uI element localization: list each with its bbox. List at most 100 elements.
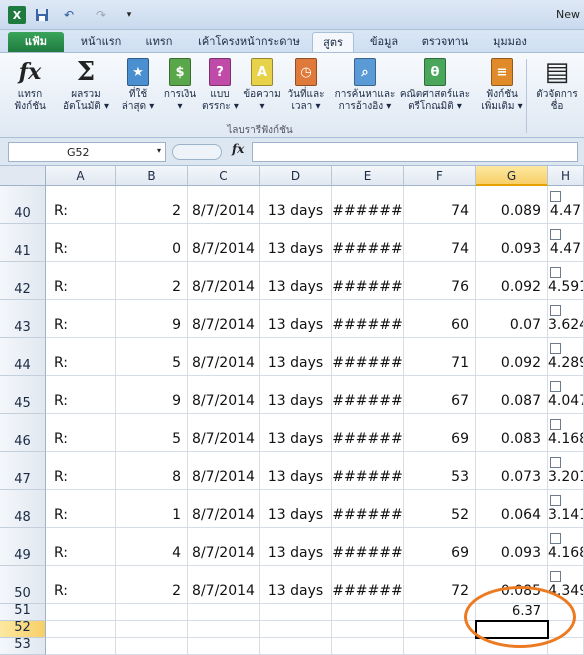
cell[interactable]: [548, 452, 584, 490]
checkbox-icon[interactable]: [550, 571, 561, 582]
autosum-button[interactable]: Σ ผลรวม อัตโนมัติ ▾: [58, 57, 114, 127]
cell[interactable]: 5: [116, 338, 188, 376]
cell[interactable]: R:: [46, 528, 116, 566]
cell[interactable]: 2: [116, 566, 188, 604]
cell[interactable]: 74: [404, 224, 476, 262]
cell[interactable]: [404, 638, 476, 655]
row-header[interactable]: 42: [0, 262, 46, 300]
cell[interactable]: ######: [332, 338, 404, 376]
tab-file[interactable]: แฟ้ม: [8, 32, 64, 52]
checkbox-icon[interactable]: [550, 305, 561, 316]
cell[interactable]: 8/7/2014: [188, 224, 260, 262]
cell[interactable]: 13 days: [260, 566, 332, 604]
undo-icon[interactable]: ↶: [58, 6, 80, 24]
cell[interactable]: [548, 224, 584, 262]
cell[interactable]: [548, 414, 584, 452]
cell[interactable]: R:: [46, 186, 116, 224]
cell[interactable]: 69: [404, 528, 476, 566]
redo-icon[interactable]: ↷: [90, 6, 112, 24]
row-header[interactable]: 50: [0, 566, 46, 604]
cell[interactable]: 53: [404, 452, 476, 490]
tab-data[interactable]: ข้อมูล: [360, 32, 408, 52]
recently-used-button[interactable]: ★ ที่ใช้ ล่าสุด ▾: [118, 57, 158, 127]
cell[interactable]: 8/7/2014: [188, 414, 260, 452]
row-header[interactable]: 47: [0, 452, 46, 490]
cell[interactable]: 67: [404, 376, 476, 414]
cell[interactable]: 8/7/2014: [188, 566, 260, 604]
cell[interactable]: 8/7/2014: [188, 300, 260, 338]
tab-page-layout[interactable]: เค้าโครงหน้ากระดาษ: [190, 32, 308, 52]
cell[interactable]: [188, 604, 260, 621]
cell[interactable]: 60: [404, 300, 476, 338]
checkbox-icon[interactable]: [550, 533, 561, 544]
cell[interactable]: ######: [332, 186, 404, 224]
cell[interactable]: 0.092: [476, 338, 548, 376]
cell[interactable]: [548, 262, 584, 300]
cell[interactable]: R:: [46, 300, 116, 338]
cell[interactable]: [548, 490, 584, 528]
excel-logo-icon[interactable]: X: [8, 6, 26, 24]
column-header-c[interactable]: C: [188, 166, 260, 186]
row-header[interactable]: 53: [0, 637, 46, 655]
cell[interactable]: R:: [46, 262, 116, 300]
checkbox-icon[interactable]: [550, 343, 561, 354]
cell[interactable]: 13 days: [260, 376, 332, 414]
cell[interactable]: R:: [46, 224, 116, 262]
name-manager-button[interactable]: ▤ ตัวจัดการ ชื่อ: [532, 57, 582, 127]
cell[interactable]: 69: [404, 414, 476, 452]
cell[interactable]: ######: [332, 452, 404, 490]
cell[interactable]: 9: [116, 300, 188, 338]
cell[interactable]: [260, 604, 332, 621]
cell[interactable]: 5: [116, 414, 188, 452]
tab-insert[interactable]: แทรก: [136, 32, 182, 52]
tab-view[interactable]: มุมมอง: [480, 32, 540, 52]
cell[interactable]: [548, 338, 584, 376]
cell[interactable]: 9: [116, 376, 188, 414]
date-time-button[interactable]: ◷ วันที่และ เวลา ▾: [284, 57, 328, 127]
cell[interactable]: [116, 604, 188, 621]
cell[interactable]: 0.07: [476, 300, 548, 338]
cell[interactable]: 2: [116, 262, 188, 300]
row-header[interactable]: 49: [0, 528, 46, 566]
cell[interactable]: 8/7/2014: [188, 452, 260, 490]
column-header-d[interactable]: D: [260, 166, 332, 186]
cell[interactable]: R:: [46, 490, 116, 528]
cell[interactable]: [188, 621, 260, 638]
cell[interactable]: 4: [116, 528, 188, 566]
cell[interactable]: [332, 604, 404, 621]
cell[interactable]: 13 days: [260, 490, 332, 528]
insert-function-button[interactable]: fx แทรก ฟังก์ชัน: [4, 57, 56, 127]
cell[interactable]: ######: [332, 566, 404, 604]
cell[interactable]: 8: [116, 452, 188, 490]
cell[interactable]: 13 days: [260, 224, 332, 262]
name-box[interactable]: G52 ▾: [8, 142, 166, 162]
cell[interactable]: 13 days: [260, 528, 332, 566]
cell[interactable]: 8/7/2014: [188, 338, 260, 376]
cell[interactable]: 13 days: [260, 338, 332, 376]
cell[interactable]: 8/7/2014: [188, 262, 260, 300]
chevron-down-icon[interactable]: ▾: [157, 146, 161, 155]
checkbox-icon[interactable]: [550, 191, 561, 202]
row-header[interactable]: 52: [0, 620, 46, 638]
insert-function-fx-icon[interactable]: fx: [232, 142, 244, 156]
checkbox-icon[interactable]: [550, 381, 561, 392]
financial-button[interactable]: $ การเงิน ▾: [160, 57, 200, 127]
lookup-reference-button[interactable]: ⌕ การค้นหาและ การอ้างอิง ▾: [330, 57, 400, 127]
formula-input[interactable]: [252, 142, 578, 162]
row-header[interactable]: 40: [0, 186, 46, 224]
cell[interactable]: R:: [46, 566, 116, 604]
row-header[interactable]: 44: [0, 338, 46, 376]
cell[interactable]: 8/7/2014: [188, 186, 260, 224]
cell[interactable]: [548, 186, 584, 224]
row-header[interactable]: 41: [0, 224, 46, 262]
row-header[interactable]: 46: [0, 414, 46, 452]
logical-button[interactable]: ? แบบ ตรรกะ ▾: [202, 57, 239, 127]
cell[interactable]: 13 days: [260, 452, 332, 490]
cell[interactable]: 0.073: [476, 452, 548, 490]
cell[interactable]: R:: [46, 414, 116, 452]
cell[interactable]: 13 days: [260, 262, 332, 300]
cell[interactable]: [116, 638, 188, 655]
cell[interactable]: 0: [116, 224, 188, 262]
more-functions-button[interactable]: ≡ ฟังก์ชัน เพิ่มเติม ▾: [476, 57, 528, 127]
cell[interactable]: [116, 621, 188, 638]
